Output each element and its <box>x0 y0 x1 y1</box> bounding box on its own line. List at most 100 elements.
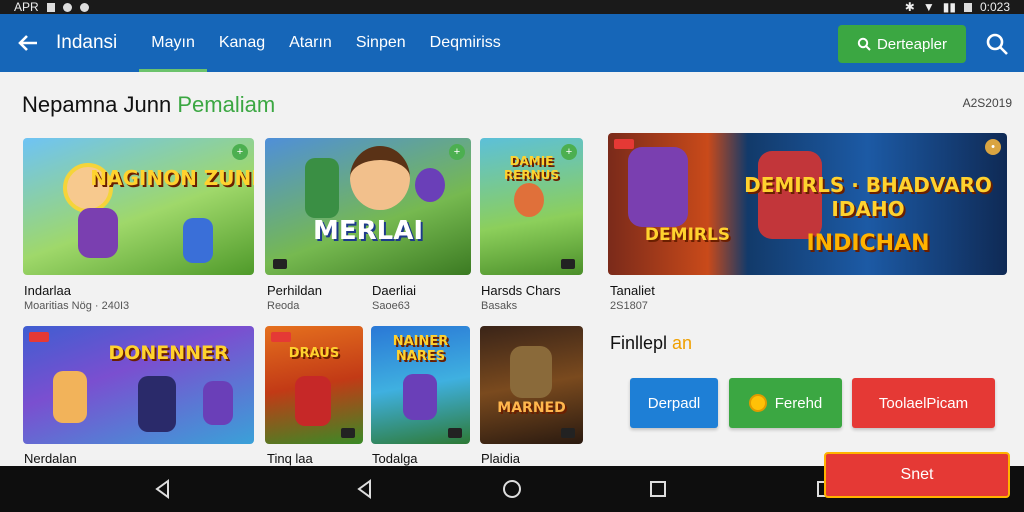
derpadl-button[interactable]: Derpadl <box>630 378 718 428</box>
character-image <box>305 158 339 218</box>
character-image <box>350 146 410 210</box>
circle-icon <box>62 2 72 12</box>
character-image <box>78 208 118 258</box>
game-cover-title: MERLAI <box>312 216 424 246</box>
game-title[interactable]: Indarlaa <box>24 283 71 298</box>
game-cover-title: NAGINON ZUNK <box>90 166 254 190</box>
game-subtitle: Reoda <box>267 300 300 312</box>
game-cover <box>23 138 254 275</box>
game-card-3[interactable]: DAMIE RERNUS + <box>480 138 583 275</box>
tab-mayin[interactable]: Mayın <box>139 14 207 72</box>
game-card-6[interactable]: DRAUS <box>265 326 363 444</box>
tab-sinpen[interactable]: Sinpen <box>344 14 418 72</box>
tab-kanag[interactable]: Kanag <box>207 14 277 72</box>
game-title[interactable]: Tinq laa <box>267 451 313 466</box>
coin-icon <box>748 394 767 412</box>
tag-icon <box>614 139 634 149</box>
game-card-2[interactable]: MERLAI + <box>265 138 471 275</box>
character-image <box>138 376 176 432</box>
game-title[interactable]: Perhildan <box>267 283 322 298</box>
back-triangle-icon[interactable] <box>150 476 176 502</box>
derpadl-button-label: Derpadl <box>647 394 701 412</box>
rating-icon <box>448 428 462 438</box>
rating-icon <box>561 428 575 438</box>
featured-banner[interactable]: DEMIRLS DEMIRLS · BHADVARO IDAHO INDICHA… <box>608 133 1007 275</box>
plus-icon[interactable]: + <box>232 144 248 160</box>
status-bar: APR ✱ ▼ ▮▮ 0:023 <box>0 0 1024 14</box>
game-subtitle: Saoe63 <box>372 300 410 312</box>
arrow-left-icon <box>18 35 37 51</box>
character-image <box>295 376 331 426</box>
section-title-accent: Pemaliam <box>177 92 276 117</box>
section-title: Nepamna Junn Pemaliam <box>22 92 275 118</box>
game-subtitle: Moaritias Nög · 240I3 <box>24 300 130 312</box>
game-subtitle-extra: Basaks <box>481 300 518 312</box>
status-time: 0:023 <box>979 0 1010 14</box>
game-subtitle: 2S1807 <box>610 300 648 312</box>
app-bar: Indansi Mayın Kanag Atarın Sinpen Deqmir… <box>0 14 1024 72</box>
game-cover-title: MARNED <box>497 400 566 416</box>
back-button[interactable] <box>0 14 56 72</box>
side-panel-label: Finllepl an <box>610 333 692 354</box>
plus-icon[interactable]: + <box>561 144 577 160</box>
plus-icon[interactable]: + <box>449 144 465 160</box>
character-image <box>514 183 544 217</box>
side-panel-label-main: Finllepl <box>610 333 668 353</box>
tag-icon <box>29 332 49 342</box>
tab-atarin[interactable]: Atarın <box>277 14 344 72</box>
search-icon[interactable] <box>984 31 1010 57</box>
game-card-5[interactable]: DONENNER <box>23 326 254 444</box>
ferehd-button-label: Ferehd <box>774 394 823 412</box>
fist-image <box>415 168 445 202</box>
banner-title: DEMIRLS · BHADVARO IDAHO <box>744 173 992 221</box>
character-image <box>203 381 233 425</box>
start-button-label: Snet <box>900 466 934 483</box>
app-screen: APR ✱ ▼ ▮▮ 0:023 Indansi Mayın Kanag Ata… <box>0 0 1024 512</box>
character-image <box>403 374 437 420</box>
toolaelpicam-button[interactable]: ToolaelPicam <box>852 378 995 428</box>
home-circle-icon[interactable] <box>499 476 525 502</box>
game-card-8[interactable]: MARNED <box>480 326 583 444</box>
game-title[interactable]: Daerliai <box>372 283 416 298</box>
game-card-7[interactable]: NAINER NARES <box>371 326 470 444</box>
app-title: Indansi <box>56 32 118 53</box>
character-image <box>183 218 213 263</box>
search-button-label: Derteapler <box>876 35 948 53</box>
tag-icon <box>271 332 291 342</box>
start-button[interactable]: Snet <box>824 452 1010 498</box>
battery-icon <box>963 2 972 12</box>
banner-subtitle: INDICHAN <box>806 231 930 256</box>
toolaelpicam-button-label: ToolaelPicam <box>878 394 969 412</box>
bluetooth-icon: ✱ <box>904 0 915 14</box>
character-image <box>510 346 552 398</box>
game-cover-title: DONENNER <box>108 342 229 364</box>
character-image <box>53 371 87 423</box>
wifi-icon: ▼ <box>922 0 935 14</box>
search-button[interactable]: Derteapler <box>838 25 966 63</box>
section-count: A2S2019 <box>962 96 1012 110</box>
recents-square-icon[interactable] <box>645 476 671 502</box>
game-cover-title: DRAUS <box>288 346 340 361</box>
more-icon[interactable]: • <box>985 139 1001 155</box>
rating-icon <box>561 259 575 269</box>
game-title[interactable]: Plaidia <box>481 451 520 466</box>
section-title-main: Nepamna Junn <box>22 92 172 117</box>
side-panel-label-accent: an <box>672 333 693 353</box>
character-image <box>628 147 688 227</box>
game-title[interactable]: Tanaliet <box>610 283 655 298</box>
ferehd-button[interactable]: Ferehd <box>729 378 842 428</box>
game-icon <box>79 2 89 12</box>
rating-icon <box>273 259 287 269</box>
game-title[interactable]: Nerdalan <box>24 451 77 466</box>
search-icon <box>857 37 871 51</box>
game-card-1[interactable]: NAGINON ZUNK + <box>23 138 254 275</box>
gallery-icon <box>46 2 55 12</box>
game-title-extra[interactable]: Harsds Chars <box>481 283 560 298</box>
tab-deqmiriss[interactable]: Deqmiriss <box>418 14 513 72</box>
rating-icon <box>341 428 355 438</box>
status-date: APR <box>14 0 39 14</box>
signal-icon: ▮▮ <box>942 0 956 14</box>
back-triangle-icon[interactable] <box>352 476 378 502</box>
game-cover-title: NAINER NARES <box>392 334 449 364</box>
game-title[interactable]: Todalga <box>372 451 418 466</box>
